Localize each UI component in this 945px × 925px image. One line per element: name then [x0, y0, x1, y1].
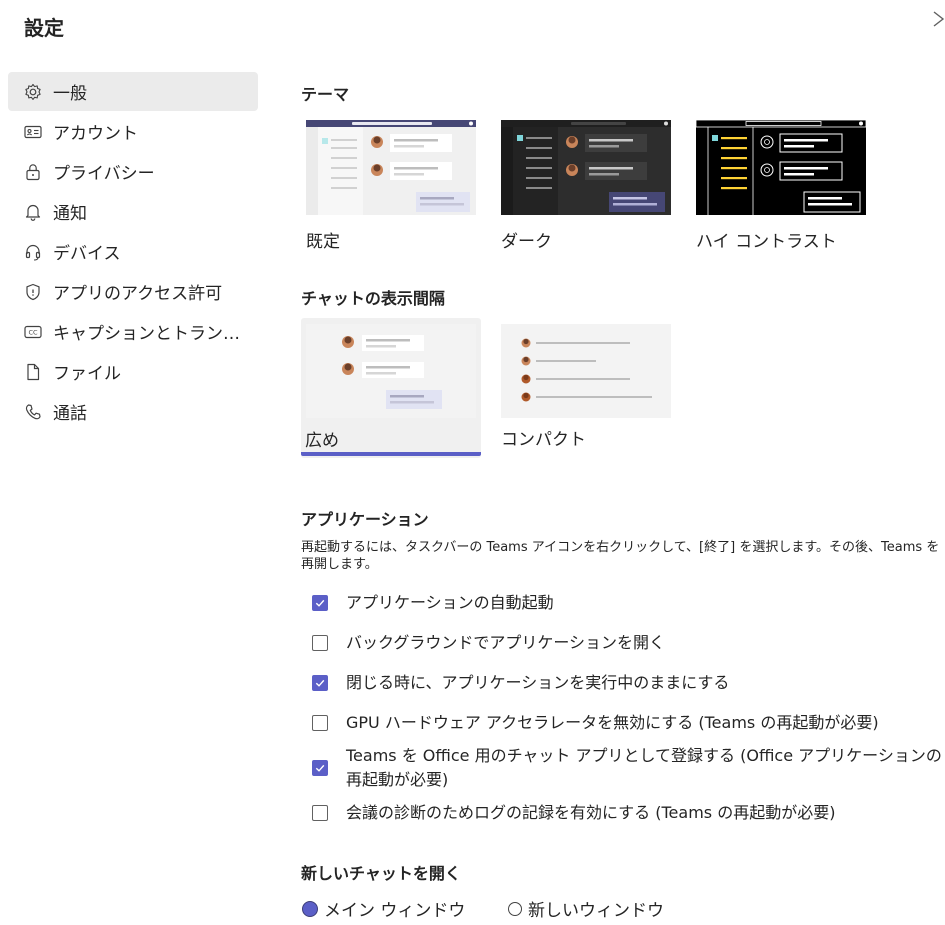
sidebar-item-general[interactable]: 一般: [8, 72, 258, 111]
headset-icon: [22, 241, 44, 263]
density-comfortable-card[interactable]: 広め: [301, 318, 481, 458]
density-comfortable-label: 広め: [305, 431, 339, 451]
auto-start-option[interactable]: アプリケーションの自動起動: [312, 591, 554, 615]
auto-start-checkbox[interactable]: [312, 595, 328, 611]
theme-default-label[interactable]: 既定: [306, 227, 340, 252]
sidebar-item-label: 一般: [53, 84, 87, 104]
lock-icon: [22, 161, 44, 183]
open-chat-section-title: 新しいチャットを開く: [301, 864, 461, 883]
file-icon: [22, 361, 44, 383]
sidebar-item-label: アカウント: [53, 124, 138, 144]
sidebar-item-label: キャプションとトラン…: [53, 324, 240, 344]
sidebar-item-label: デバイス: [53, 244, 121, 264]
svg-text:CC: CC: [28, 328, 38, 336]
register-chat-app-option[interactable]: Teams を Office 用のチャット アプリとして登録する (Office…: [312, 744, 942, 792]
sidebar-item-account[interactable]: アカウント: [8, 112, 258, 151]
register-chat-app-checkbox[interactable]: [312, 760, 328, 776]
sidebar-item-label: プライバシー: [53, 164, 155, 184]
disable-gpu-option[interactable]: GPU ハードウェア アクセラレータを無効にする (Teams の再起動が必要): [312, 711, 879, 735]
disable-gpu-checkbox[interactable]: [312, 715, 328, 731]
id-card-icon: [22, 121, 44, 143]
main-window-option[interactable]: メイン ウィンドウ: [302, 896, 465, 921]
bell-icon: [22, 201, 44, 223]
diagnostic-logging-label: 会議の診断のためログの記録を有効にする (Teams の再起動が必要): [346, 803, 836, 822]
cc-icon: CC: [22, 321, 44, 343]
sidebar-item-files[interactable]: ファイル: [8, 352, 258, 391]
open-in-background-option[interactable]: バックグラウンドでアプリケーションを開く: [312, 631, 665, 655]
theme-dark-preview[interactable]: [501, 120, 671, 215]
open-in-background-checkbox[interactable]: [312, 635, 328, 651]
density-section-title: チャットの表示間隔: [301, 289, 445, 308]
main-window-radio[interactable]: [302, 900, 318, 917]
application-description: 再起動するには、タスクバーの Teams アイコンを右クリックして、[終了] を…: [301, 540, 940, 572]
close-icon[interactable]: [931, 10, 945, 33]
application-section-title: アプリケーション: [301, 510, 429, 529]
auto-start-label: アプリケーションの自動起動: [346, 593, 554, 612]
sidebar-item-privacy[interactable]: プライバシー: [8, 152, 258, 191]
selected-indicator: [301, 452, 481, 456]
page-title: 設定: [24, 16, 64, 40]
shield-icon: [22, 281, 44, 303]
sidebar-item-captions[interactable]: CC キャプションとトラン…: [8, 312, 258, 351]
new-window-option[interactable]: 新しいウィンドウ: [508, 896, 664, 921]
register-chat-app-label: Teams を Office 用のチャット アプリとして登録する (Office…: [346, 746, 942, 789]
keep-running-checkbox[interactable]: [312, 675, 328, 691]
sidebar-item-notifications[interactable]: 通知: [8, 192, 258, 231]
density-compact-preview[interactable]: [501, 324, 671, 418]
disable-gpu-label: GPU ハードウェア アクセラレータを無効にする (Teams の再起動が必要): [346, 713, 879, 732]
theme-high-contrast-preview[interactable]: [696, 120, 866, 215]
open-in-background-label: バックグラウンドでアプリケーションを開く: [346, 633, 666, 652]
new-window-radio[interactable]: [508, 901, 522, 916]
theme-section-title: テーマ: [301, 85, 350, 104]
sidebar-item-calls[interactable]: 通話: [8, 392, 258, 431]
diagnostic-logging-checkbox[interactable]: [312, 805, 328, 821]
new-window-label: 新しいウィンドウ: [528, 901, 664, 921]
sidebar-item-app-permissions[interactable]: アプリのアクセス許可: [8, 272, 258, 311]
main-window-label: メイン ウィンドウ: [324, 901, 466, 921]
sidebar-item-label: 通知: [53, 204, 87, 224]
keep-running-option[interactable]: 閉じる時に、アプリケーションを実行中のままにする: [312, 671, 729, 695]
sidebar-item-label: アプリのアクセス許可: [53, 284, 223, 304]
theme-dark-label[interactable]: ダーク: [501, 227, 552, 252]
sidebar-item-label: ファイル: [53, 364, 121, 384]
keep-running-label: 閉じる時に、アプリケーションを実行中のままにする: [346, 673, 730, 692]
theme-high-contrast-label[interactable]: ハイ コントラスト: [696, 227, 837, 252]
gear-icon: [22, 81, 44, 103]
sidebar-item-devices[interactable]: デバイス: [8, 232, 258, 271]
density-compact-label[interactable]: コンパクト: [501, 425, 586, 450]
sidebar-item-label: 通話: [53, 404, 87, 424]
phone-icon: [22, 401, 44, 423]
theme-default-preview[interactable]: [306, 120, 476, 215]
diagnostic-logging-option[interactable]: 会議の診断のためログの記録を有効にする (Teams の再起動が必要): [312, 801, 835, 825]
